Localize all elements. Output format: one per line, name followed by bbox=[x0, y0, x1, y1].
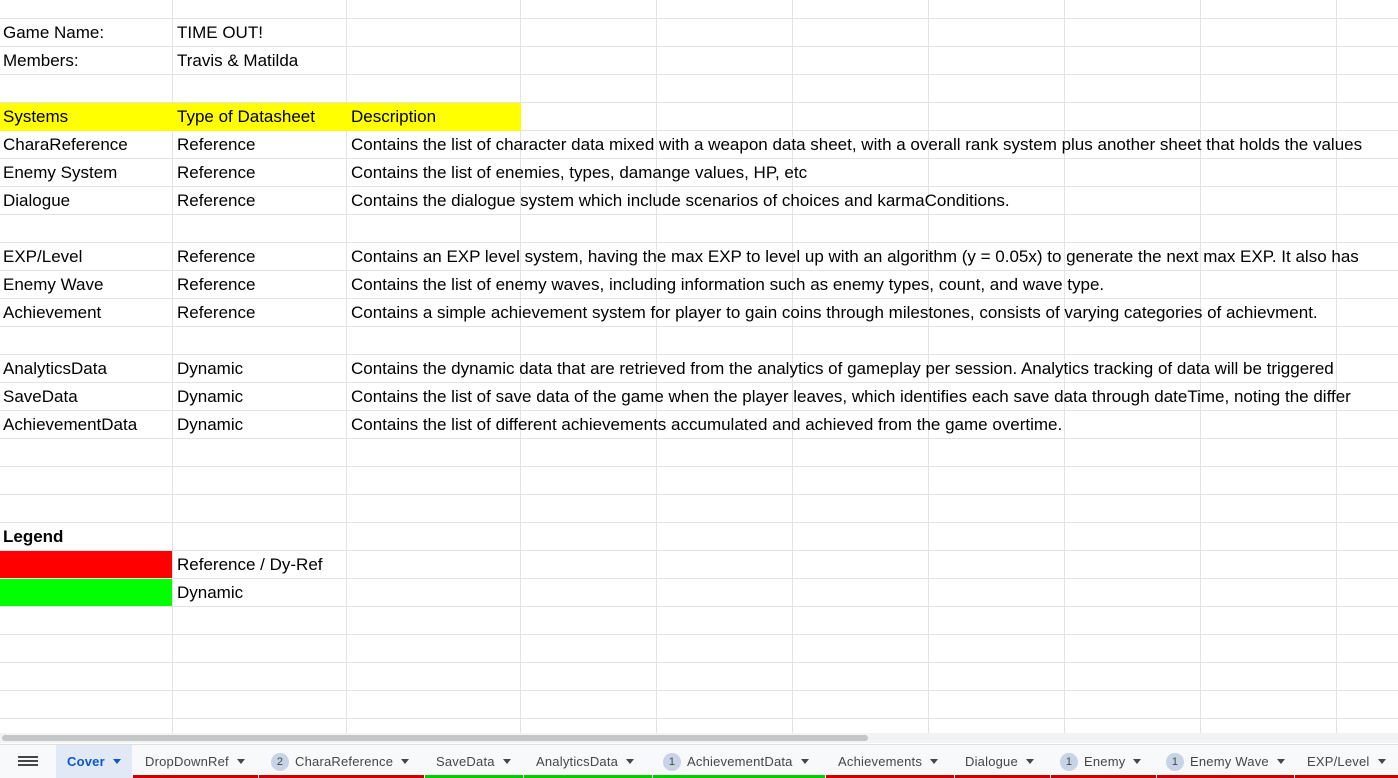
tab-label: Enemy Wave bbox=[1190, 754, 1269, 769]
description-cell[interactable]: Contains the list of save data of the ga… bbox=[348, 383, 1398, 411]
scrollbar-thumb[interactable] bbox=[2, 735, 868, 741]
system-cell[interactable]: Dialogue bbox=[0, 187, 172, 215]
header-description[interactable]: Description bbox=[347, 103, 521, 131]
tab-achievements[interactable]: Achievements bbox=[826, 745, 954, 778]
chevron-down-icon[interactable] bbox=[930, 759, 939, 764]
legend-title[interactable]: Legend bbox=[0, 523, 172, 551]
sheet-tab-bar: Cover DropDownRef 2 CharaReference SaveDa… bbox=[0, 744, 1398, 778]
system-cell[interactable]: Achievement bbox=[0, 299, 172, 327]
horizontal-scrollbar[interactable] bbox=[0, 733, 1398, 743]
row-divider bbox=[0, 522, 1398, 523]
description-cell[interactable]: Contains the list of enemy waves, includ… bbox=[348, 271, 1398, 299]
type-cell[interactable]: Dynamic bbox=[174, 411, 346, 439]
tab-label: SaveData bbox=[436, 754, 495, 769]
row-divider bbox=[0, 662, 1398, 663]
tab-enemy[interactable]: 1 Enemy bbox=[1051, 745, 1156, 778]
chevron-down-icon[interactable] bbox=[800, 759, 809, 764]
row-divider bbox=[0, 494, 1398, 495]
type-cell[interactable]: Dynamic bbox=[174, 355, 346, 383]
type-cell[interactable]: Reference bbox=[174, 187, 346, 215]
comment-count-badge: 1 bbox=[663, 752, 681, 771]
legend-reference-swatch[interactable] bbox=[0, 551, 172, 578]
game-name-value[interactable]: TIME OUT! bbox=[174, 19, 346, 47]
comment-count-badge: 2 bbox=[271, 752, 289, 771]
row-divider bbox=[0, 466, 1398, 467]
description-cell[interactable]: Contains the dynamic data that are retri… bbox=[348, 355, 1398, 383]
legend-reference-label[interactable]: Reference / Dy-Ref bbox=[174, 551, 346, 579]
type-cell[interactable]: Dynamic bbox=[174, 383, 346, 411]
header-type[interactable]: Type of Datasheet bbox=[173, 103, 347, 131]
description-cell[interactable]: Contains the list of enemies, types, dam… bbox=[348, 159, 1398, 187]
system-cell[interactable]: SaveData bbox=[0, 383, 172, 411]
system-cell[interactable]: Enemy Wave bbox=[0, 271, 172, 299]
tab-achievementdata[interactable]: 1 AchievementData bbox=[653, 745, 825, 778]
comment-count-badge: 1 bbox=[1060, 752, 1078, 771]
system-cell[interactable]: AchievementData bbox=[0, 411, 172, 439]
row-divider bbox=[0, 690, 1398, 691]
system-cell[interactable]: Enemy System bbox=[0, 159, 172, 187]
tab-savedata[interactable]: SaveData bbox=[425, 745, 523, 778]
type-cell[interactable]: Reference bbox=[174, 299, 346, 327]
chevron-down-icon[interactable] bbox=[1377, 759, 1386, 764]
header-systems[interactable]: Systems bbox=[0, 103, 173, 131]
tab-label: Enemy bbox=[1084, 754, 1126, 769]
tab-label: DropDownRef bbox=[145, 754, 229, 769]
legend-dynamic-swatch[interactable] bbox=[0, 579, 172, 606]
tab-enemy-wave[interactable]: 1 Enemy Wave bbox=[1157, 745, 1294, 778]
tab-dropdownref[interactable]: DropDownRef bbox=[133, 745, 258, 778]
type-cell[interactable]: Reference bbox=[174, 243, 346, 271]
system-cell[interactable]: AnalyticsData bbox=[0, 355, 172, 383]
game-name-label[interactable]: Game Name: bbox=[0, 19, 172, 47]
tab-dialogue[interactable]: Dialogue bbox=[955, 745, 1050, 778]
tab-cover[interactable]: Cover bbox=[56, 745, 132, 778]
chevron-down-icon[interactable] bbox=[1133, 759, 1142, 764]
tab-label: Cover bbox=[67, 754, 105, 769]
description-cell[interactable]: Contains the dialogue system which inclu… bbox=[348, 187, 1398, 215]
tab-exp-level[interactable]: EXP/Level bbox=[1295, 745, 1398, 778]
members-value[interactable]: Travis & Matilda bbox=[174, 47, 346, 75]
chevron-down-icon[interactable] bbox=[401, 759, 410, 764]
type-cell[interactable]: Reference bbox=[174, 131, 346, 159]
tab-charareference[interactable]: 2 CharaReference bbox=[259, 745, 424, 778]
comment-count-badge: 1 bbox=[1166, 752, 1184, 771]
description-cell[interactable]: Contains a simple achievement system for… bbox=[348, 299, 1398, 327]
tab-label: CharaReference bbox=[295, 754, 394, 769]
chevron-down-icon[interactable] bbox=[236, 759, 245, 764]
tab-label: AnalyticsData bbox=[536, 754, 619, 769]
chevron-down-icon[interactable] bbox=[112, 759, 121, 764]
description-cell[interactable]: Contains the list of character data mixe… bbox=[348, 131, 1398, 159]
tab-analyticsdata[interactable]: AnalyticsData bbox=[524, 745, 652, 778]
tab-label: Dialogue bbox=[965, 754, 1018, 769]
description-cell[interactable]: Contains the list of different achieveme… bbox=[348, 411, 1398, 439]
chevron-down-icon[interactable] bbox=[502, 759, 511, 764]
tab-label: Achievements bbox=[838, 754, 923, 769]
tab-label: AchievementData bbox=[687, 754, 793, 769]
legend-dynamic-label[interactable]: Dynamic bbox=[174, 579, 346, 607]
row-divider bbox=[0, 634, 1398, 635]
chevron-down-icon[interactable] bbox=[1276, 759, 1285, 764]
tab-label: EXP/Level bbox=[1307, 754, 1370, 769]
spreadsheet-grid[interactable]: Game Name: TIME OUT! Members: Travis & M… bbox=[0, 0, 1398, 734]
members-label[interactable]: Members: bbox=[0, 47, 172, 75]
system-cell[interactable]: CharaReference bbox=[0, 131, 172, 159]
all-sheets-menu-icon[interactable] bbox=[18, 754, 38, 770]
chevron-down-icon[interactable] bbox=[626, 759, 635, 764]
chevron-down-icon[interactable] bbox=[1025, 759, 1034, 764]
system-cell[interactable]: EXP/Level bbox=[0, 243, 172, 271]
row-divider bbox=[0, 718, 1398, 719]
type-cell[interactable]: Reference bbox=[174, 159, 346, 187]
type-cell[interactable]: Reference bbox=[174, 271, 346, 299]
description-cell[interactable]: Contains an EXP level system, having the… bbox=[348, 243, 1398, 271]
